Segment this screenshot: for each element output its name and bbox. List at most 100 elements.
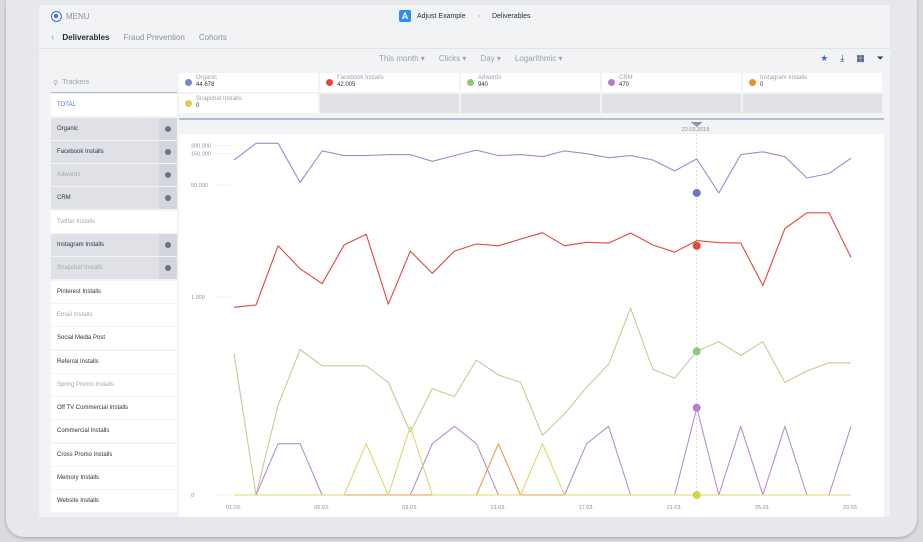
sidebar-item-crm[interactable]: CRM bbox=[51, 187, 177, 210]
x-tick-label: 17.03. bbox=[579, 505, 595, 511]
empty-legend-slot[interactable] bbox=[320, 94, 459, 113]
interval-filter-label: Day bbox=[480, 54, 495, 63]
empty-legend-slot[interactable] bbox=[743, 94, 882, 113]
tab-deliverables[interactable]: Deliverables bbox=[62, 33, 109, 42]
sidebar-item-label: Pinterest Installs bbox=[57, 288, 102, 295]
marker-point-snapchat-installs bbox=[692, 491, 701, 499]
y-tick-label: 150.000 bbox=[191, 152, 211, 158]
sidebar-item-adwords[interactable]: Adwords bbox=[51, 164, 177, 187]
app-window: MENU A Adjust Example › Deliverables ‹ D… bbox=[39, 5, 890, 517]
tracker-sidebar: ⚲ Trackers TOTAL Organic Facebook Installs… bbox=[51, 73, 177, 513]
sidebar-item-label: CRM bbox=[57, 195, 71, 202]
sidebar-item-website-installs[interactable]: Website Installs bbox=[51, 490, 177, 513]
menu-button[interactable]: MENU bbox=[51, 11, 90, 22]
search-icon: ⚲ bbox=[53, 79, 59, 87]
sidebar-item-label: TOTAL bbox=[57, 102, 76, 109]
legend-card-organic[interactable]: Organic 44.678 bbox=[179, 73, 318, 92]
legend-card-value: 0 bbox=[760, 81, 764, 88]
period-filter-label: This month bbox=[379, 54, 419, 63]
y-tick-label: 0 bbox=[191, 493, 194, 499]
sidebar-item-social-media-post[interactable]: Social Media Post bbox=[51, 327, 177, 350]
legend-card-value: 940 bbox=[478, 81, 489, 88]
tab-fraud-prevention[interactable]: Fraud Prevention bbox=[123, 33, 184, 42]
remove-tracker-icon[interactable] bbox=[159, 140, 177, 163]
series-line-organic bbox=[233, 142, 852, 194]
remove-tracker-icon[interactable] bbox=[159, 234, 177, 257]
period-filter[interactable]: This month ▾ bbox=[379, 54, 425, 63]
series-line-instagram-installs bbox=[234, 443, 851, 496]
sidebar-item-snapchat-installs[interactable]: Snapchat Installs bbox=[51, 257, 177, 280]
metric-filter[interactable]: Clicks ▾ bbox=[439, 54, 467, 63]
star-icon[interactable]: ★ bbox=[820, 53, 828, 64]
menu-logo-icon bbox=[51, 11, 62, 22]
sidebar-item-spring-promo-installs[interactable]: Spring Promo Installs bbox=[51, 373, 177, 396]
sidebar-item-referral-installs[interactable]: Referral Installs bbox=[51, 350, 177, 373]
empty-legend-slot[interactable] bbox=[461, 94, 600, 113]
sidebar-item-label: Facebook Installs bbox=[57, 148, 104, 155]
x-tick-label: 01.03. bbox=[226, 505, 242, 511]
sidebar-item-twitter-installs[interactable]: Twitter Installs bbox=[51, 210, 177, 233]
sidebar-item-label: Adwords bbox=[57, 172, 81, 179]
legend-card-crm[interactable]: CRM 470 bbox=[602, 73, 741, 92]
sidebar-item-label: Instagram Installs bbox=[57, 242, 105, 249]
x-tick-label: 09.03. bbox=[402, 505, 418, 511]
sidebar-item-instagram-installs[interactable]: Instagram Installs bbox=[51, 234, 177, 257]
sidebar-item-label: Social Media Post bbox=[57, 335, 106, 342]
remove-tracker-icon[interactable] bbox=[159, 164, 177, 187]
x-tick-label: 21.03. bbox=[667, 505, 683, 511]
sidebar-item-total[interactable]: TOTAL bbox=[51, 94, 177, 117]
sidebar-item-memory-installs[interactable]: Memory Installs bbox=[51, 467, 177, 490]
scale-filter[interactable]: Logarithmic ▾ bbox=[515, 54, 563, 63]
empty-legend-slot[interactable] bbox=[602, 94, 741, 113]
legend-card-value: 42.005 bbox=[337, 81, 356, 88]
sidebar-item-commercial-installs[interactable]: Commercial Installs bbox=[51, 420, 177, 443]
series-color-dot bbox=[185, 79, 192, 86]
y-tick-label: 1.000 bbox=[191, 295, 205, 301]
filter-group: This month ▾ Clicks ▾ Day ▾ Logarithmic … bbox=[379, 54, 563, 63]
series-color-dot bbox=[608, 79, 615, 86]
download-icon[interactable]: ⤓ bbox=[840, 53, 844, 64]
app-name[interactable]: Adjust Example bbox=[417, 13, 466, 20]
x-tick-label: 29.03. bbox=[843, 505, 859, 511]
sidebar-item-label: Memory Installs bbox=[57, 475, 100, 482]
legend-card-adwords[interactable]: Adwords 940 bbox=[461, 73, 600, 92]
marker-point-organic bbox=[692, 188, 701, 197]
sidebar-item-organic[interactable]: Organic bbox=[51, 117, 177, 140]
sidebar-item-cross-promo-installs[interactable]: Cross Promo Installs bbox=[51, 443, 177, 466]
remove-tracker-icon[interactable] bbox=[159, 187, 177, 210]
sidebar-item-email-installs[interactable]: Email Installs bbox=[51, 303, 177, 326]
legend-card-value: 0 bbox=[196, 102, 200, 109]
marker-point-facebook-installs bbox=[692, 241, 701, 250]
marker-point-crm bbox=[692, 403, 701, 412]
series-line-crm bbox=[234, 407, 852, 496]
menu-label: MENU bbox=[66, 12, 90, 21]
sidebar-item-pinterest-installs[interactable]: Pinterest Installs bbox=[51, 280, 177, 303]
legend-card-snapchat-installs[interactable]: Snapchat Installs 0 bbox=[179, 94, 318, 113]
remove-tracker-icon[interactable] bbox=[159, 257, 177, 280]
y-tick-label: 200.000 bbox=[191, 143, 211, 149]
chart-panel: 200.000 150.000 50.000 1.000 0 01.03. 05.03. 09… bbox=[179, 118, 884, 517]
sidebar-item-label: Off TV Commercial Installs bbox=[57, 405, 129, 412]
adjust-logo-icon: A bbox=[399, 10, 411, 22]
sidebar-item-label: Spring Promo Installs bbox=[57, 381, 115, 388]
tab-cohorts[interactable]: Cohorts bbox=[199, 33, 227, 42]
sidebar-item-label: Cross Promo Installs bbox=[57, 451, 113, 458]
series-color-dot bbox=[749, 79, 756, 86]
tracker-list: TOTAL Organic Facebook Installs Adwords CRM T… bbox=[51, 94, 177, 513]
screenshot-frame: MENU A Adjust Example › Deliverables ‹ D… bbox=[6, 0, 917, 537]
sidebar-item-facebook-installs[interactable]: Facebook Installs bbox=[51, 140, 177, 163]
legend-card-instagram-installs[interactable]: Instagram Installs 0 bbox=[743, 73, 882, 92]
sidebar-item-off-tv-commercial-installs[interactable]: Off TV Commercial Installs bbox=[51, 397, 177, 420]
remove-tracker-icon[interactable] bbox=[159, 117, 177, 140]
interval-filter[interactable]: Day ▾ bbox=[480, 54, 500, 63]
table-icon[interactable]: ▦ bbox=[856, 53, 865, 64]
filter-icon[interactable]: ⏷ bbox=[877, 53, 884, 64]
tracker-search[interactable]: ⚲ Trackers bbox=[51, 73, 177, 93]
back-chevron-icon[interactable]: ‹ bbox=[51, 32, 54, 43]
marker-date-label: 22.03.2018 bbox=[682, 127, 710, 133]
y-tick-label: 50.000 bbox=[191, 183, 208, 189]
filter-toolbar: This month ▾ Clicks ▾ Day ▾ Logarithmic … bbox=[39, 48, 890, 70]
section-name[interactable]: Deliverables bbox=[492, 13, 531, 20]
legend-card-facebook-installs[interactable]: Facebook Installs 42.005 bbox=[320, 73, 459, 92]
chart-header-bar bbox=[179, 118, 884, 134]
